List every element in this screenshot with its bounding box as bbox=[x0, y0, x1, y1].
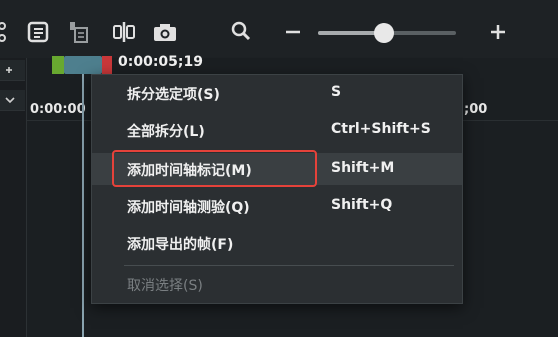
ruler-label-start: 0:00:00 bbox=[30, 102, 86, 117]
camera-icon[interactable] bbox=[151, 18, 179, 46]
menu-item-split-selected[interactable]: 拆分选定项(S) S bbox=[92, 77, 462, 109]
menu-item-label: 全部拆分(L) bbox=[127, 124, 205, 140]
collapse-tracks-button[interactable] bbox=[0, 90, 25, 111]
track-header-gutter bbox=[0, 58, 27, 337]
split-icon[interactable] bbox=[110, 18, 138, 46]
menu-item-shortcut: Ctrl+Shift+S bbox=[331, 121, 431, 137]
menu-item-label: 取消选择(S) bbox=[127, 278, 203, 294]
menu-item-label: 拆分选定项(S) bbox=[127, 87, 220, 103]
context-menu: 拆分选定项(S) S 全部拆分(L) Ctrl+Shift+S 添加时间轴标记(… bbox=[91, 74, 463, 304]
paste-icon[interactable] bbox=[64, 18, 92, 46]
menu-item-label: 添加导出的帧(F) bbox=[127, 237, 234, 253]
search-icon[interactable] bbox=[228, 18, 256, 46]
zoom-slider[interactable] bbox=[318, 23, 456, 43]
zoom-slider-thumb[interactable] bbox=[374, 23, 394, 43]
zoom-slider-fill bbox=[318, 31, 380, 35]
menu-item-shortcut: S bbox=[331, 84, 342, 100]
menu-item-shortcut: Shift+M bbox=[331, 160, 395, 176]
scissors-icon[interactable] bbox=[0, 18, 22, 46]
menu-separator bbox=[124, 265, 454, 266]
menu-item-add-timeline-quiz[interactable]: 添加时间轴测验(Q) Shift+Q bbox=[92, 190, 462, 222]
menu-item-deselect: 取消选择(S) bbox=[92, 268, 462, 300]
menu-item-label: 添加时间轴测验(Q) bbox=[127, 200, 250, 216]
playhead-time: 0:00:05;19 bbox=[118, 54, 203, 70]
zoom-in-icon[interactable] bbox=[484, 18, 512, 46]
playhead-handle[interactable] bbox=[64, 56, 102, 74]
playhead-in-handle[interactable] bbox=[52, 56, 64, 74]
menu-item-shortcut: Shift+Q bbox=[331, 197, 393, 213]
playhead-line bbox=[82, 74, 84, 337]
menu-item-add-export-frame[interactable]: 添加导出的帧(F) bbox=[92, 227, 462, 259]
annotation-highlight-box bbox=[112, 150, 317, 187]
zoom-out-icon[interactable] bbox=[279, 18, 307, 46]
menu-item-split-all[interactable]: 全部拆分(L) Ctrl+Shift+S bbox=[92, 114, 462, 146]
playhead-out-handle[interactable] bbox=[102, 56, 112, 74]
toolbar bbox=[0, 0, 558, 59]
notes-icon[interactable] bbox=[24, 18, 52, 46]
ruler-label-end: ;00 bbox=[464, 102, 488, 117]
add-track-button[interactable] bbox=[0, 60, 25, 81]
